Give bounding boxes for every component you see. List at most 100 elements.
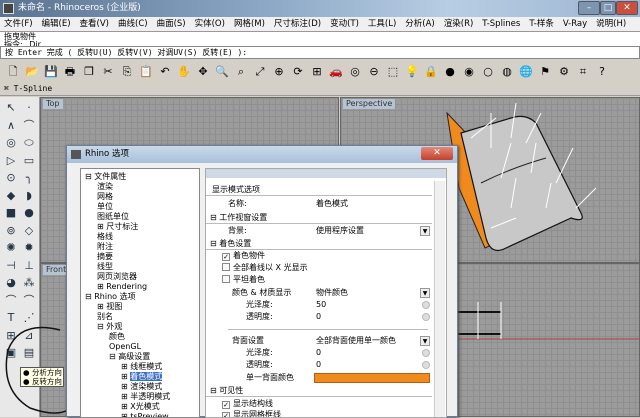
spinner-icon[interactable] <box>422 313 430 321</box>
ellipse-icon[interactable]: ⬭ <box>21 135 37 151</box>
minimize-button[interactable]: – <box>578 1 600 15</box>
tree-item[interactable]: 渲染 <box>97 182 113 192</box>
flag-icon[interactable]: ⚑ <box>537 64 553 80</box>
backface-select[interactable]: 全部背面使用单一颜色 <box>316 335 396 347</box>
undo-icon[interactable]: ↶ <box>157 64 173 80</box>
spinner-icon[interactable] <box>422 301 430 309</box>
back-color-swatch[interactable] <box>314 373 430 383</box>
material-icon[interactable]: ● <box>442 64 458 80</box>
menu-item[interactable]: 尺寸标注(D) <box>274 17 321 31</box>
surface-edge-icon[interactable]: ◗ <box>21 188 37 204</box>
zoom-extents-icon[interactable]: ⤢ <box>252 64 268 80</box>
shaded-view-icon[interactable]: ◎ <box>347 64 363 80</box>
menu-item[interactable]: 分析(A) <box>405 17 434 31</box>
curve-icon[interactable]: ⌒ <box>3 293 19 309</box>
menu-item[interactable]: 实体(O) <box>195 17 225 31</box>
transparency-input[interactable]: 0 <box>316 311 321 323</box>
layers-icon[interactable]: ⬚ <box>385 64 401 80</box>
menu-item[interactable]: T-样条 <box>529 17 553 31</box>
tree-item[interactable]: ⊟ 高级设置 <box>109 352 150 362</box>
chevron-down-icon[interactable]: ▼ <box>420 226 430 236</box>
color-material-select[interactable]: 物件颜色 <box>316 287 348 299</box>
four-viewports-icon[interactable]: ⊞ <box>309 64 325 80</box>
cap-icon[interactable]: ◕ <box>3 275 19 291</box>
boolean-icon[interactable]: ✹ <box>21 240 37 256</box>
grid-snap-icon[interactable]: ⌗ <box>575 64 591 80</box>
paste-icon[interactable]: 📋 <box>138 64 154 80</box>
extrude-icon[interactable]: ◇ <box>21 223 37 239</box>
tree-item[interactable]: ⊟ Rhino 选项 <box>85 292 136 302</box>
menu-item[interactable]: T-Splines <box>482 17 520 31</box>
tree-item[interactable]: OpenGL <box>109 342 141 352</box>
background-select[interactable]: 使用程序设置 <box>316 225 364 237</box>
explode-icon[interactable]: ✺ <box>3 240 19 256</box>
panel-scrollbar[interactable] <box>434 181 445 417</box>
cylinder-icon[interactable]: ⊚ <box>3 223 19 239</box>
render-settings-icon[interactable]: ◍ <box>499 64 515 80</box>
shade-objects-checkbox[interactable]: ✓ 着色物件 <box>222 250 265 262</box>
gloss-input[interactable]: 50 <box>316 299 326 311</box>
surface-icon[interactable]: ◆ <box>3 188 19 204</box>
select-points-icon[interactable]: ⊖ <box>366 64 382 80</box>
tree-item[interactable]: 附注 <box>97 242 113 252</box>
chevron-down-icon[interactable]: ▼ <box>420 288 430 298</box>
split-icon[interactable]: ⊥ <box>21 258 37 274</box>
tree-item[interactable]: 格线 <box>97 232 113 242</box>
close-button[interactable]: ✕ <box>616 1 638 15</box>
tree-item[interactable]: ⊞ tsPreview <box>121 412 169 417</box>
gear-icon[interactable]: ⚙ <box>556 64 572 80</box>
tree-item[interactable]: 线型 <box>97 262 113 272</box>
copy-icon[interactable]: ⎘ <box>119 64 135 80</box>
menu-item[interactable]: 网格(M) <box>234 17 265 31</box>
maximize-button[interactable]: □ <box>600 1 616 15</box>
xray-checkbox[interactable]: 全部着线以 X 光显示 <box>222 262 308 274</box>
open-folder-icon[interactable]: 📂 <box>24 64 40 80</box>
back-transparency-input[interactable]: 0 <box>316 359 321 371</box>
box-icon[interactable]: ■ <box>3 205 19 221</box>
spinner-icon[interactable] <box>422 349 430 357</box>
menu-item[interactable]: 曲面(S) <box>157 17 186 31</box>
control-curve-icon[interactable]: ⌒ <box>21 118 37 134</box>
tree-item[interactable]: 网页浏览器 <box>97 272 137 282</box>
car-render-icon[interactable]: 🚗 <box>328 64 344 80</box>
tree-item[interactable]: ⊞ 半透明模式 <box>121 392 170 402</box>
lock-icon[interactable]: 🔒 <box>423 64 439 80</box>
save-icon[interactable]: 💾 <box>43 64 59 80</box>
print-icon[interactable]: 🖶 <box>62 64 78 80</box>
tree-item[interactable]: ⊞ 着色模式 <box>121 372 163 382</box>
menu-item[interactable]: 变动(T) <box>330 17 359 31</box>
render-sphere-icon[interactable]: ○ <box>480 64 496 80</box>
menu-item[interactable]: 编辑(E) <box>42 17 71 31</box>
menu-item[interactable]: 工具(L) <box>368 17 396 31</box>
copy-template-icon[interactable]: ❐ <box>81 64 97 80</box>
tree-item[interactable]: 图纸单位 <box>97 212 129 222</box>
menu-item[interactable]: 说明(H) <box>596 17 626 31</box>
cut-icon[interactable]: ✂ <box>100 64 116 80</box>
menu-item[interactable]: V-Ray <box>563 17 587 31</box>
circle-icon[interactable]: ◎ <box>3 135 19 151</box>
menu-item[interactable]: 查看(V) <box>80 17 109 31</box>
tree-item[interactable]: ⊞ 视图 <box>97 302 122 312</box>
menu-item[interactable]: 渲染(R) <box>444 17 474 31</box>
zoom-icon[interactable]: 🔍 <box>214 64 230 80</box>
menu-item[interactable]: 文件(F) <box>4 17 33 31</box>
tree-item[interactable]: 单位 <box>97 202 113 212</box>
tspline-toolbar-tab[interactable]: ⌘ T-Spline <box>0 82 640 96</box>
fillet-curve-icon[interactable]: ╮ <box>21 170 37 186</box>
dialog-close-button[interactable]: ✕ <box>421 147 453 160</box>
zoom-selected-icon[interactable]: ⊕ <box>271 64 287 80</box>
tree-item[interactable]: ⊟ 文件属性 <box>85 172 126 182</box>
viewport-label-top[interactable]: Top <box>43 99 63 109</box>
tree-item[interactable]: 颜色 <box>109 332 125 342</box>
name-field[interactable]: 着色模式 <box>316 198 348 210</box>
section-shading[interactable]: ⊟ 着色设置 <box>206 238 432 250</box>
section-viewport[interactable]: ⊟ 工作视窗设置 <box>206 212 432 224</box>
rotate-view-icon[interactable]: ⟳ <box>290 64 306 80</box>
zoom-window-icon[interactable]: ⌕ <box>233 64 249 80</box>
polyline-icon[interactable]: ∧ <box>3 118 19 134</box>
tree-item[interactable]: ⊟ 外观 <box>97 322 122 332</box>
tree-item[interactable]: ⊞ Rendering <box>97 282 147 292</box>
spinner-icon[interactable] <box>422 361 430 369</box>
tree-item[interactable]: 摘要 <box>97 252 113 262</box>
select-arrow-icon[interactable]: ↖ <box>3 100 19 116</box>
